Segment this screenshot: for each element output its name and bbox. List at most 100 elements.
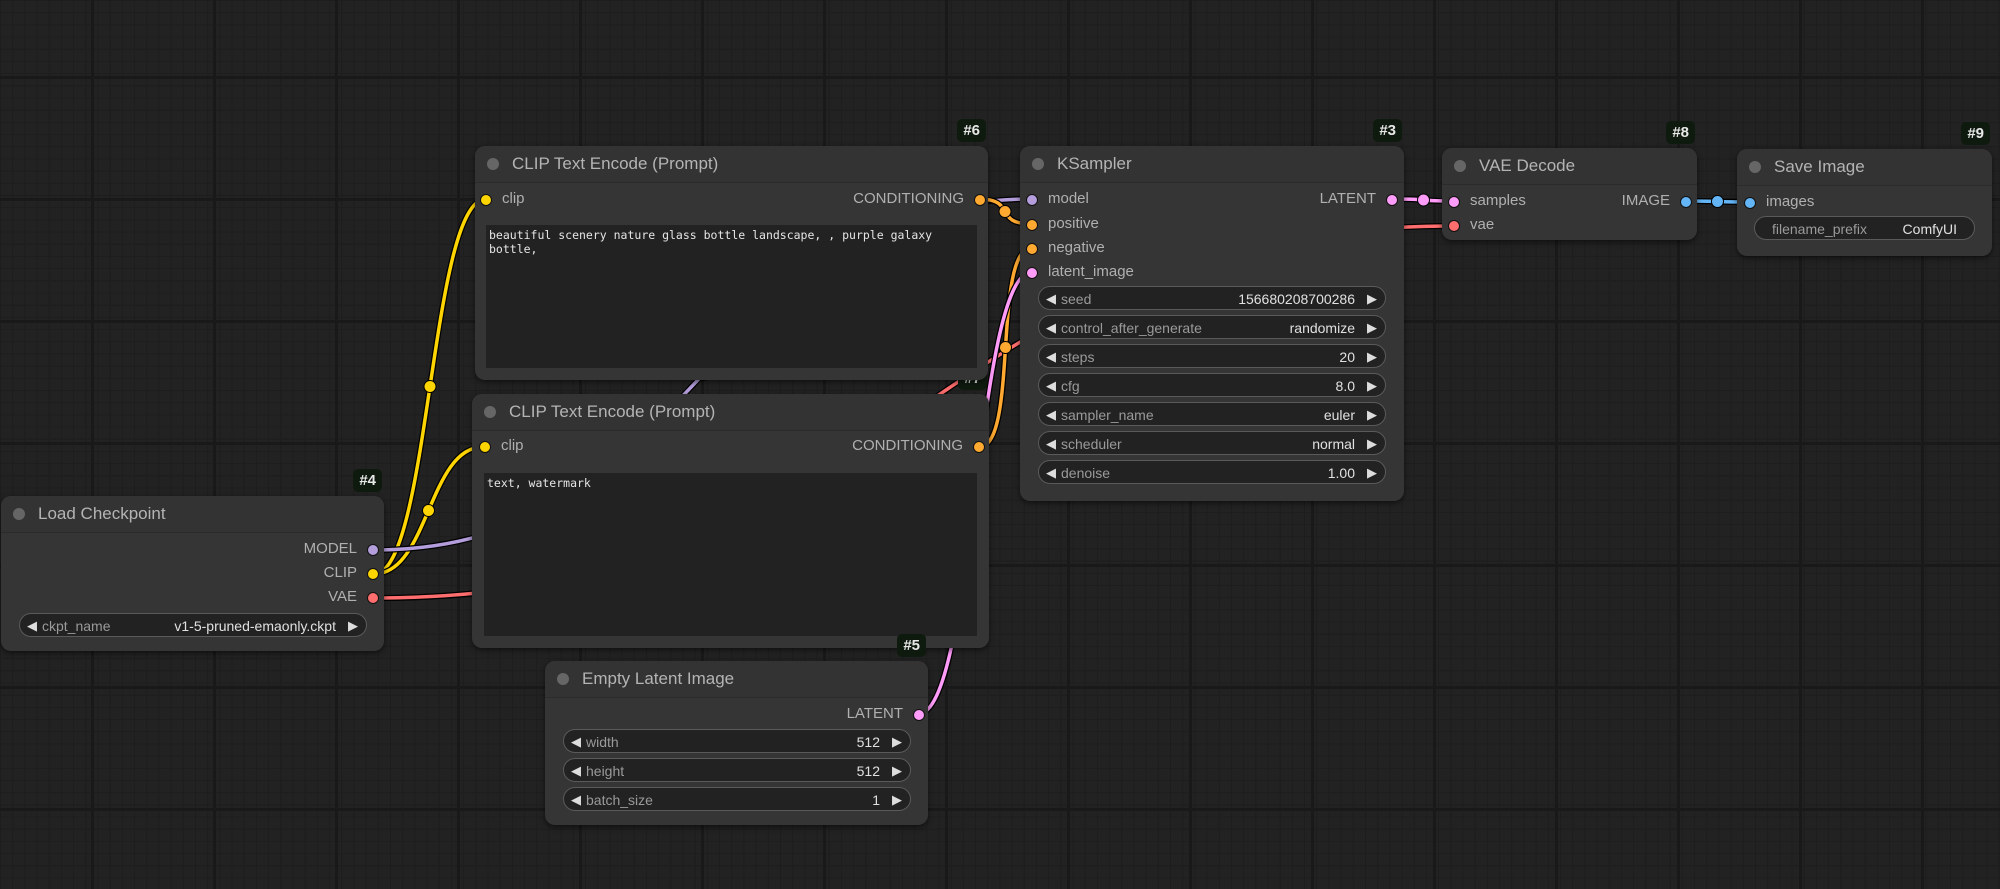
slot-dot-icon[interactable] xyxy=(1026,194,1038,206)
link-center-marker[interactable] xyxy=(423,380,437,393)
widget-value[interactable]: 8.0 xyxy=(1336,374,1355,398)
link-center-marker[interactable] xyxy=(999,341,1012,354)
widget-control-after-generate[interactable]: ◀ control_after_generate randomize ▶ xyxy=(1038,315,1386,339)
link-center-marker[interactable] xyxy=(1417,193,1430,207)
input-slot-positive[interactable]: positive xyxy=(1026,214,1099,234)
slot-dot-icon[interactable] xyxy=(913,709,925,721)
collapse-dot-icon[interactable] xyxy=(1749,161,1761,173)
node-load-checkpoint[interactable]: #4 Load Checkpoint MODEL CLIP VAE ◀ ckpt… xyxy=(1,469,384,651)
decrement-arrow-icon[interactable]: ◀ xyxy=(1046,374,1056,398)
widget-ckpt-name[interactable]: ◀ ckpt_name v1-5-pruned-emaonly.ckpt ▶ xyxy=(19,613,367,637)
node-vae-decode[interactable]: #8 VAE Decode samples vae IMAGE xyxy=(1442,121,1697,240)
input-slot-samples[interactable]: samples xyxy=(1448,191,1526,211)
increment-arrow-icon[interactable]: ▶ xyxy=(1367,374,1377,398)
decrement-arrow-icon[interactable]: ◀ xyxy=(571,788,581,812)
slot-dot-icon[interactable] xyxy=(367,568,379,580)
widget-value[interactable]: 512 xyxy=(857,730,880,754)
increment-arrow-icon[interactable]: ▶ xyxy=(892,759,902,783)
decrement-arrow-icon[interactable]: ◀ xyxy=(1046,345,1056,369)
slot-dot-icon[interactable] xyxy=(1386,194,1398,206)
slot-dot-icon[interactable] xyxy=(1680,196,1692,208)
slot-dot-icon[interactable] xyxy=(1026,243,1038,255)
widget-cfg[interactable]: ◀ cfg 8.0 ▶ xyxy=(1038,373,1386,397)
increment-arrow-icon[interactable]: ▶ xyxy=(1367,403,1377,427)
decrement-arrow-icon[interactable]: ◀ xyxy=(1046,403,1056,427)
widget-seed[interactable]: ◀ seed 156680208700286 ▶ xyxy=(1038,286,1386,310)
prompt-textarea[interactable]: text, watermark xyxy=(484,473,977,636)
widget-filename-prefix[interactable]: filename_prefix ComfyUI xyxy=(1754,216,1975,240)
widget-value[interactable]: 1 xyxy=(872,788,880,812)
slot-dot-icon[interactable] xyxy=(974,194,986,206)
decrement-arrow-icon[interactable]: ◀ xyxy=(27,614,37,638)
slot-dot-icon[interactable] xyxy=(1026,267,1038,279)
node-title-bar[interactable]: Save Image xyxy=(1737,149,1992,186)
widget-value[interactable]: 156680208700286 xyxy=(1238,287,1355,311)
input-slot-images[interactable]: images xyxy=(1744,192,1814,212)
widget-height[interactable]: ◀ height 512 ▶ xyxy=(563,758,911,782)
slot-dot-icon[interactable] xyxy=(479,441,491,453)
increment-arrow-icon[interactable]: ▶ xyxy=(348,614,358,638)
node-title-bar[interactable]: Empty Latent Image xyxy=(545,661,928,698)
slot-dot-icon[interactable] xyxy=(973,441,985,453)
collapse-dot-icon[interactable] xyxy=(1454,160,1466,172)
slot-dot-icon[interactable] xyxy=(1026,219,1038,231)
node-ksampler[interactable]: #3 KSampler model positive negative late… xyxy=(1020,119,1404,501)
output-slot-clip[interactable]: CLIP xyxy=(324,563,379,583)
widget-sampler-name[interactable]: ◀ sampler_name euler ▶ xyxy=(1038,402,1386,426)
input-slot-vae[interactable]: vae xyxy=(1448,215,1494,235)
input-slot-clip[interactable]: clip xyxy=(480,189,525,209)
widget-scheduler[interactable]: ◀ scheduler normal ▶ xyxy=(1038,431,1386,455)
increment-arrow-icon[interactable]: ▶ xyxy=(892,730,902,754)
collapse-dot-icon[interactable] xyxy=(1032,158,1044,170)
node-title-bar[interactable]: CLIP Text Encode (Prompt) xyxy=(472,394,989,431)
increment-arrow-icon[interactable]: ▶ xyxy=(1367,287,1377,311)
decrement-arrow-icon[interactable]: ◀ xyxy=(571,730,581,754)
slot-dot-icon[interactable] xyxy=(367,592,379,604)
decrement-arrow-icon[interactable]: ◀ xyxy=(1046,287,1056,311)
collapse-dot-icon[interactable] xyxy=(487,158,499,170)
input-slot-clip[interactable]: clip xyxy=(479,436,524,456)
slot-dot-icon[interactable] xyxy=(1744,197,1756,209)
widget-value[interactable]: 512 xyxy=(857,759,880,783)
increment-arrow-icon[interactable]: ▶ xyxy=(1367,461,1377,485)
decrement-arrow-icon[interactable]: ◀ xyxy=(1046,461,1056,485)
increment-arrow-icon[interactable]: ▶ xyxy=(1367,316,1377,340)
increment-arrow-icon[interactable]: ▶ xyxy=(1367,432,1377,456)
link-center-marker[interactable] xyxy=(1711,195,1724,208)
collapse-dot-icon[interactable] xyxy=(13,508,25,520)
decrement-arrow-icon[interactable]: ◀ xyxy=(1046,316,1056,340)
link-clip-to-negative[interactable] xyxy=(373,444,484,577)
prompt-textarea[interactable]: beautiful scenery nature glass bottle la… xyxy=(486,225,977,368)
output-slot-model[interactable]: MODEL xyxy=(304,539,379,559)
slot-dot-icon[interactable] xyxy=(1448,220,1460,232)
widget-value[interactable]: euler xyxy=(1324,403,1355,427)
node-title-bar[interactable]: VAE Decode xyxy=(1442,148,1697,185)
widget-denoise[interactable]: ◀ denoise 1.00 ▶ xyxy=(1038,460,1386,484)
collapse-dot-icon[interactable] xyxy=(484,406,496,418)
link-center-marker[interactable] xyxy=(998,205,1012,218)
node-clip-text-encode-negative[interactable]: #7 CLIP Text Encode (Prompt) clip CONDIT… xyxy=(472,367,989,648)
node-empty-latent-image[interactable]: #5 Empty Latent Image LATENT ◀ width 512… xyxy=(545,634,928,825)
output-slot-latent[interactable]: LATENT xyxy=(847,704,925,724)
decrement-arrow-icon[interactable]: ◀ xyxy=(1046,432,1056,456)
node-clip-text-encode-positive[interactable]: #6 CLIP Text Encode (Prompt) clip CONDIT… xyxy=(475,119,988,380)
widget-steps[interactable]: ◀ steps 20 ▶ xyxy=(1038,344,1386,368)
collapse-dot-icon[interactable] xyxy=(557,673,569,685)
output-slot-latent[interactable]: LATENT xyxy=(1320,189,1398,209)
widget-value[interactable]: normal xyxy=(1312,432,1355,456)
increment-arrow-icon[interactable]: ▶ xyxy=(1367,345,1377,369)
input-slot-negative[interactable]: negative xyxy=(1026,238,1105,258)
widget-value[interactable]: v1-5-pruned-emaonly.ckpt xyxy=(174,614,336,638)
node-title-bar[interactable]: Load Checkpoint xyxy=(1,496,384,533)
input-slot-model[interactable]: model xyxy=(1026,189,1089,209)
output-slot-image[interactable]: IMAGE xyxy=(1622,191,1692,211)
widget-batch-size[interactable]: ◀ batch_size 1 ▶ xyxy=(563,787,911,811)
widget-value[interactable]: randomize xyxy=(1290,316,1355,340)
link-clip-to-positive[interactable] xyxy=(373,196,487,577)
widget-width[interactable]: ◀ width 512 ▶ xyxy=(563,729,911,753)
widget-value[interactable]: ComfyUI xyxy=(1903,217,1957,241)
output-slot-vae[interactable]: VAE xyxy=(328,587,379,607)
slot-dot-icon[interactable] xyxy=(367,544,379,556)
node-title-bar[interactable]: CLIP Text Encode (Prompt) xyxy=(475,146,988,183)
increment-arrow-icon[interactable]: ▶ xyxy=(892,788,902,812)
